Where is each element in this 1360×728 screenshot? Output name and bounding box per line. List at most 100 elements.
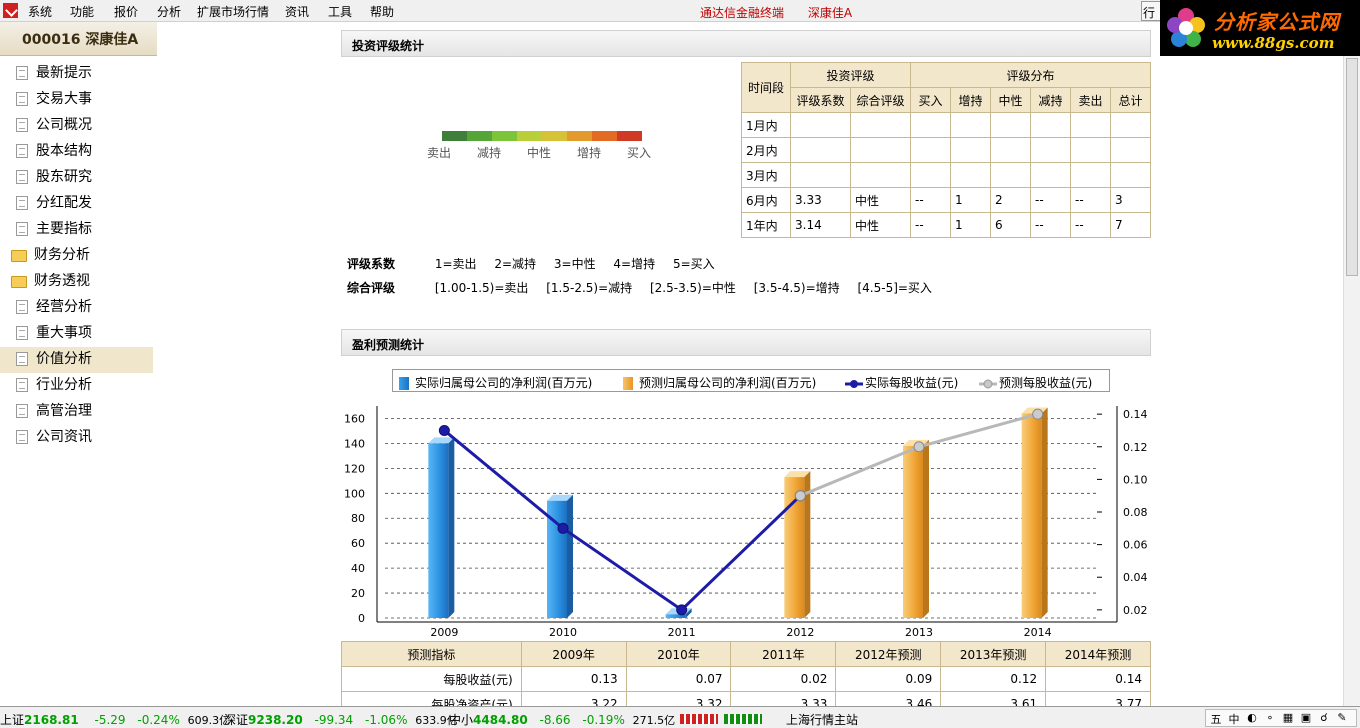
- menu-quote[interactable]: 报价: [114, 3, 138, 20]
- index-sme[interactable]: 中小4484.80 -8.66 -0.19% 271.5亿: [449, 711, 675, 728]
- coef-item: 3=中性: [553, 257, 596, 271]
- sidebar-item-label: 经营分析: [36, 299, 92, 315]
- left-tick-label: 160: [344, 412, 365, 425]
- forecast-row-label: 每股净资产(元): [341, 691, 522, 706]
- period-cell: 1月内: [741, 112, 791, 138]
- rating-cell: [1110, 162, 1151, 188]
- tray-icon[interactable]: ☌: [1317, 711, 1331, 725]
- scale-label: 买入: [627, 146, 652, 160]
- rating-cell: [950, 137, 991, 163]
- sidebar-item[interactable]: 分红配发: [0, 191, 157, 217]
- menu-news[interactable]: 资讯: [285, 3, 309, 20]
- forecast-cell: 3.32: [625, 691, 732, 706]
- rating-cell: [910, 162, 951, 188]
- rating-cell: 1: [950, 212, 991, 238]
- sidebar-item[interactable]: 主要指标: [0, 217, 157, 243]
- left-tick-label: 20: [351, 587, 365, 600]
- sidebar-item[interactable]: 股本结构: [0, 139, 157, 165]
- vertical-scrollbar[interactable]: [1343, 56, 1360, 706]
- tray-icon[interactable]: ∘: [1263, 711, 1277, 725]
- coef-item: 1=卖出: [434, 257, 477, 271]
- document-icon: [16, 404, 28, 418]
- sidebar-item-label: 财务透视: [34, 273, 90, 289]
- sidebar-item-label: 分红配发: [36, 195, 92, 211]
- rating-subheader: 增持: [950, 87, 991, 113]
- period-cell: 6月内: [741, 187, 791, 213]
- forecast-header: 预测指标: [341, 641, 522, 667]
- rating-cell: [1110, 137, 1151, 163]
- x-tick-label: 2014: [1024, 626, 1052, 639]
- menu-extended-market[interactable]: 扩展市场行情: [197, 3, 269, 20]
- document-icon: [16, 300, 28, 314]
- profit-section-title: 盈利预测统计: [341, 329, 1151, 356]
- sidebar-item-label: 行业分析: [36, 377, 92, 393]
- rating-cell: --: [1070, 187, 1111, 213]
- market-breadth-indicator: [680, 711, 768, 725]
- forecast-header: 2010年: [625, 641, 732, 667]
- sidebar-list: 最新提示交易大事 公司概况股本结构股东研究分红配发主要指标 财务分析财务透视经营分析…: [0, 56, 157, 451]
- left-tick-label: 40: [351, 562, 365, 575]
- x-tick-label: 2010: [549, 626, 577, 639]
- forecast-header: 2012年预测: [835, 641, 942, 667]
- index-shanghai[interactable]: 上证2168.81 -5.29 -0.24% 609.3亿: [0, 711, 230, 728]
- tray-icon[interactable]: 五: [1209, 711, 1223, 726]
- menu-system[interactable]: 系统: [28, 3, 52, 20]
- forecast-cell: 3.33: [730, 691, 837, 706]
- chart-legend: 实际归属母公司的净利润(百万元) 预测归属母公司的净利润(百万元) 实际每股收益…: [392, 369, 1110, 392]
- scale-label: 减持: [477, 146, 502, 160]
- legend-actual-profit: 实际归属母公司的净利润(百万元): [399, 374, 592, 391]
- overall-item: [4.5-5]=买入: [857, 281, 932, 295]
- sidebar-item[interactable]: 行业分析: [0, 373, 157, 399]
- forecast-cell: 0.14: [1045, 666, 1151, 692]
- sidebar: 000016 深康佳A 最新提示 交易大事 公司概况 股本结构 股东研究 分红配发 主要指标…: [0, 22, 157, 706]
- menu-help[interactable]: 帮助: [370, 3, 394, 20]
- scrollbar-thumb[interactable]: [1346, 58, 1358, 276]
- sidebar-item[interactable]: 公司资讯: [0, 425, 157, 451]
- series-line: [443, 429, 802, 612]
- menu-function[interactable]: 功能: [70, 3, 94, 20]
- left-tick-label: 120: [344, 462, 365, 475]
- scale-color-segment: [442, 131, 467, 141]
- index-shenzhen[interactable]: 深证9238.20 -99.34 -1.06% 633.9亿: [224, 711, 458, 728]
- sidebar-item[interactable]: 交易大事: [0, 87, 157, 113]
- sidebar-item[interactable]: 经营分析: [0, 295, 157, 321]
- rating-cell: [790, 162, 851, 188]
- tray-icon[interactable]: ▣: [1299, 711, 1313, 725]
- sidebar-item-label: 股本结构: [36, 143, 92, 159]
- group-distribution: 评级分布: [910, 62, 1151, 88]
- sidebar-item[interactable]: 公司概况: [0, 113, 157, 139]
- forecast-cell: 0.02: [730, 666, 837, 692]
- sidebar-item[interactable]: 最新提示: [0, 61, 157, 87]
- sidebar-item[interactable]: 财务分析: [0, 243, 157, 269]
- rating-cell: [1070, 137, 1111, 163]
- down-breadth-icon: [724, 713, 762, 724]
- sidebar-item[interactable]: 财务透视: [0, 269, 157, 295]
- rating-cell: [850, 112, 911, 138]
- rating-subheader: 中性: [990, 87, 1031, 113]
- sidebar-item-label: 最新提示: [36, 65, 92, 81]
- terminal-name: 通达信金融终端: [700, 6, 785, 20]
- forecast-cell: 0.13: [520, 666, 627, 692]
- forecast-row-label: 每股收益(元): [341, 666, 522, 692]
- tray-icon[interactable]: ✎: [1335, 711, 1349, 725]
- sidebar-item[interactable]: 股东研究: [0, 165, 157, 191]
- sidebar-item[interactable]: 重大事项: [0, 321, 157, 347]
- overall-item: [3.5-4.5)=增持: [753, 281, 840, 295]
- scale-color-segment: [592, 131, 617, 141]
- profit-chart: 0 20 40 60 80 100 120 140 160 0.02 0.04 0.06 0.08 0.1…: [344, 406, 1148, 639]
- tray-icon[interactable]: ▦: [1281, 711, 1295, 725]
- period-cell: 3月内: [741, 162, 791, 188]
- bar-side: [1041, 407, 1048, 618]
- quote-station[interactable]: 上海行情主站: [786, 711, 858, 728]
- table-row: 3月内: [741, 162, 1151, 188]
- tray-icon[interactable]: ◐: [1245, 711, 1259, 725]
- sidebar-item[interactable]: 高管治理: [0, 399, 157, 425]
- sidebar-item[interactable]: 价值分析: [0, 347, 153, 373]
- main-content: 投资评级统计 卖出 减持 中性 增持 买入 时间段 投资评级 评级分布 评级系数…: [157, 22, 1343, 706]
- table-row: 1月内: [741, 112, 1151, 138]
- menu-tools[interactable]: 工具: [328, 3, 352, 20]
- data-point: [1032, 408, 1044, 420]
- menu-analysis[interactable]: 分析: [157, 3, 181, 20]
- tray-icon[interactable]: 中: [1227, 711, 1241, 726]
- forecast-cell: 0.07: [625, 666, 732, 692]
